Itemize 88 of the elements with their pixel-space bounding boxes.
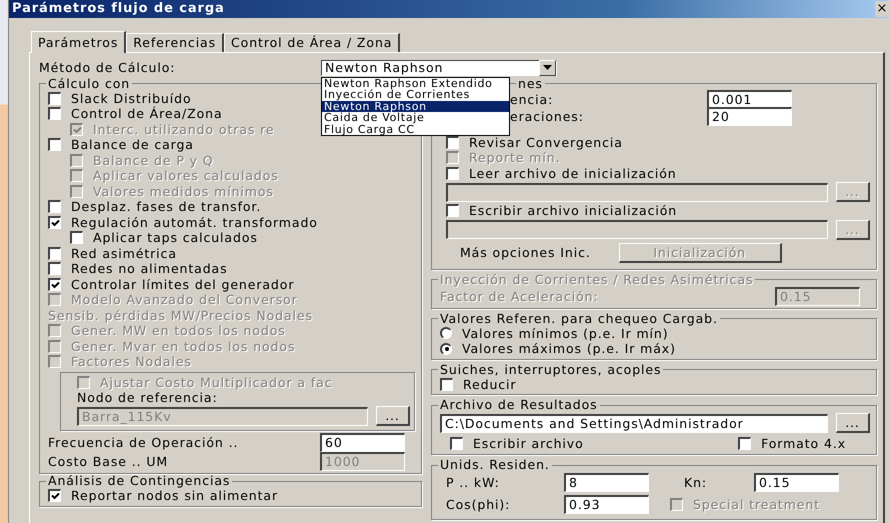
checkbox-label: Balance de P y Q — [93, 152, 214, 168]
field-label: Frecuencia de Operación .. — [48, 435, 238, 450]
checkbox-label: Slack Distribuído — [71, 90, 192, 106]
checkbox-label: Formato 4.x — [761, 436, 846, 450]
checkbox-label: Reportar nodos sin alimentar — [71, 488, 278, 504]
checkbox[interactable] — [48, 200, 61, 214]
tab[interactable]: Control de Área / Zona — [224, 32, 400, 52]
dropdown-option[interactable]: Flujo Carga CC — [322, 124, 509, 135]
checkbox-label: Desplaz. fases de transfor. — [71, 199, 262, 214]
checkbox[interactable] — [48, 278, 61, 291]
file-path-field[interactable] — [446, 182, 828, 202]
input-field[interactable]: 8 — [564, 473, 649, 492]
checkbox[interactable] — [48, 216, 61, 229]
checkbox-label: Reducir — [463, 376, 516, 392]
checkbox-label: Escribir archivo — [473, 436, 584, 450]
field-label: Cos(phi): — [446, 497, 512, 512]
checkbox-label: Leer archivo de inicialización — [469, 166, 677, 181]
close-button[interactable]: × — [875, 0, 889, 17]
checkbox-label: Aplicar taps calculados — [93, 230, 258, 246]
input-field[interactable]: 20 — [707, 106, 792, 126]
field-label: Nodo de referencia: — [77, 390, 218, 405]
browse-button[interactable]: ... — [836, 413, 870, 433]
file-path-field[interactable]: C:\Documents and Settings\Administrador — [440, 414, 828, 432]
group-title: Valores Referen. para chequeo Cargab. — [439, 312, 719, 326]
checkbox-label: Ajustar Costo Multiplicador a fac — [100, 374, 332, 390]
group-title: Suiches, interruptores, acoples — [439, 362, 662, 376]
window-title: Parámetros flujo de carga — [12, 1, 225, 16]
field-label: Factor de Aceleración: — [440, 288, 599, 304]
checkbox-label: Factores Nodales — [71, 354, 192, 370]
checkbox-label: Redes no alimentadas — [71, 261, 228, 276]
checkbox[interactable] — [48, 138, 61, 152]
checkbox-label: Escribir archivo inicialización — [469, 203, 678, 218]
checkbox-label: Special treatment — [693, 497, 820, 512]
checkbox[interactable] — [446, 136, 459, 149]
group-title: nes — [517, 76, 544, 90]
field-label: eraciones: — [510, 108, 585, 124]
checkbox[interactable] — [440, 378, 453, 391]
dropdown-option[interactable]: Inyección de Corrientes — [322, 89, 509, 100]
dropdown-option[interactable]: Newton Raphson — [322, 100, 509, 112]
group-title: Inyección de Corrientes / Redes Asimétricas — [439, 272, 754, 286]
section-label: Sensib. pérdidas MW/Precios Nodales — [48, 308, 313, 323]
checkbox[interactable] — [48, 92, 61, 105]
checkbox-label: Reporte mín. — [469, 150, 560, 166]
field-label: Costo Base .. UM — [48, 454, 168, 469]
group-title: Cálculo con — [47, 76, 132, 90]
checkbox[interactable] — [450, 436, 463, 450]
input-field[interactable]: 60 — [320, 433, 405, 452]
checkbox[interactable] — [48, 489, 61, 502]
checkbox[interactable] — [48, 246, 61, 260]
checkbox-label: Interc. utilizando otras re — [93, 122, 275, 137]
checkbox-label: Gener. MW en todos los nodos — [71, 323, 286, 338]
field-label: Kn: — [683, 475, 708, 490]
checkbox-label: Controlar límites del generador — [71, 276, 294, 292]
field-label: encia: — [510, 92, 554, 106]
method-label: Método de Cálculo: — [39, 60, 176, 75]
file-path-field[interactable] — [446, 220, 828, 239]
checkbox-label: Revisar Convergencia — [469, 134, 623, 150]
checkbox-label: Control de Área/Zona — [71, 106, 223, 122]
field-label: P .. kW: — [446, 475, 501, 490]
checkbox[interactable] — [446, 204, 459, 218]
field-label: Más opciones Inic. — [460, 245, 591, 260]
radio-label: Valores mínimos (p.e. Ir mín) — [462, 326, 669, 341]
method-dropdown[interactable]: Newton Raphson — [321, 60, 557, 76]
input-field[interactable]: 0.001 — [707, 90, 792, 108]
checkbox-label: Regulación automát. transformado — [71, 214, 318, 230]
input-field[interactable]: 0.15 — [754, 473, 839, 492]
radio-button[interactable] — [440, 327, 452, 340]
tab[interactable]: Referencias — [126, 32, 224, 52]
checkbox-label: Valores medidos mínimos — [93, 184, 274, 199]
group-title: Archivo de Resultados — [439, 398, 599, 412]
checkbox-label: Balance de carga — [71, 137, 194, 152]
radio-label: Valores máximos (p.e. Ir máx) — [462, 341, 676, 356]
input-field[interactable]: 0.93 — [564, 495, 649, 514]
tab[interactable]: Parámetros — [31, 30, 126, 52]
checkbox-label: Aplicar valores calculados — [93, 168, 279, 184]
checkbox-label: Red asimétrica — [71, 246, 177, 261]
checkbox-label: Modelo Avanzado del Conversor — [71, 292, 298, 308]
dropdown-option[interactable]: Newton Raphson Extendido — [322, 78, 509, 89]
checkbox[interactable] — [48, 107, 61, 120]
radio-button[interactable] — [440, 342, 452, 355]
checkbox[interactable] — [446, 166, 459, 180]
checkbox[interactable] — [738, 436, 752, 450]
group-title: Unids. Residen. — [439, 458, 551, 472]
group-title: Análisis de Contingencias — [47, 474, 232, 488]
checkbox[interactable] — [70, 231, 83, 244]
checkbox[interactable] — [48, 262, 61, 276]
checkbox-label: Gener. Mvar en todos los nodos — [71, 338, 296, 354]
dropdown-option[interactable]: Caida de Voltaje — [322, 112, 509, 124]
